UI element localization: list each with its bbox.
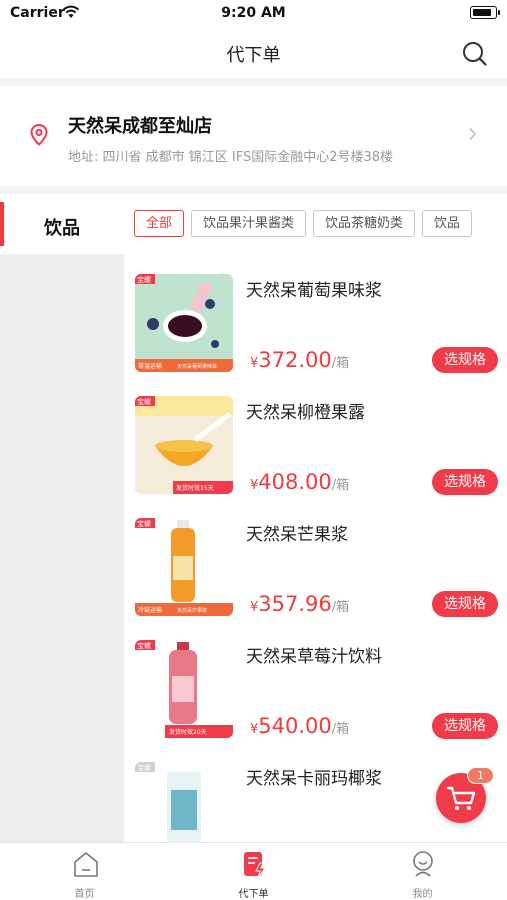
- product-price: ¥372.00/箱: [250, 348, 349, 372]
- badge-text: 宝螺: [137, 519, 151, 528]
- tab-proxy-order[interactable]: 代下单: [169, 843, 338, 900]
- product-tag: 冷链运输: [138, 606, 162, 614]
- product-price: ¥357.96/箱: [250, 592, 349, 616]
- select-spec-button[interactable]: 选规格: [432, 469, 498, 495]
- product-tag: 常温运输: [138, 362, 162, 370]
- price-unit: /箱: [331, 600, 350, 615]
- chip-tea-sugar-milk[interactable]: 饮品茶糖奶类: [313, 210, 416, 237]
- store-name: 天然呆成都至灿店: [68, 116, 212, 137]
- price-unit: /箱: [331, 722, 350, 737]
- store-address: 地址: 四川省 成都市 锦江区 IFS国际金融中心2号楼38楼: [68, 150, 394, 165]
- product-name: 天然呆柳橙果露: [246, 403, 365, 423]
- select-spec-button[interactable]: 选规格: [432, 347, 498, 373]
- product-name: 天然呆芒果浆: [246, 525, 348, 545]
- tab-label: 代下单: [238, 889, 269, 900]
- category-sidebar: [0, 254, 124, 842]
- product-image: 宝螺: [135, 762, 233, 842]
- product-subtag: 天然呆芒果浆: [177, 607, 207, 614]
- search-icon[interactable]: [461, 40, 489, 68]
- home-icon: [74, 852, 98, 877]
- badge-text: 宝螺: [137, 763, 151, 772]
- chevron-right-icon: [469, 127, 477, 141]
- product-item[interactable]: 宝螺 常温运输 天然呆葡萄果味浆 天然呆葡萄果味浆 ¥372.00/箱 选规格: [124, 254, 507, 376]
- product-item[interactable]: 宝螺 冷链运输 天然呆芒果浆 天然呆芒果浆 ¥357.96/箱 选规格: [124, 498, 507, 620]
- nav-bar: 代下单: [0, 28, 507, 78]
- chip-drinks[interactable]: 饮品: [422, 210, 473, 237]
- product-swatch: [171, 790, 197, 830]
- page-title: 代下单: [226, 45, 281, 66]
- order-icon: [244, 852, 266, 879]
- product-name: 天然呆卡丽玛椰浆: [246, 769, 382, 789]
- product-swatch: [168, 315, 202, 337]
- product-image: 宝螺 发货时效15天: [135, 396, 233, 494]
- chip-juice-jam[interactable]: 饮品果汁果酱类: [191, 210, 307, 237]
- divider: [0, 186, 507, 194]
- chip-all[interactable]: 全部: [134, 210, 185, 237]
- tab-profile[interactable]: 我的: [338, 843, 507, 900]
- select-spec-button[interactable]: 选规格: [432, 591, 498, 617]
- store-selector[interactable]: 天然呆成都至灿店 地址: 四川省 成都市 锦江区 IFS国际金融中心2号楼38楼: [0, 86, 507, 186]
- product-tag: 发货时效20天: [169, 728, 207, 736]
- product-tag: 发货时效15天: [176, 484, 214, 492]
- product-item[interactable]: 宝螺 发货时效15天 天然呆柳橙果露 ¥408.00/箱 选规格: [124, 376, 507, 498]
- product-item[interactable]: 宝螺 发货时效20天 天然呆草莓汁饮料 ¥540.00/箱 选规格: [124, 620, 507, 742]
- cart-count-badge: 1: [467, 767, 494, 784]
- product-image: 宝螺 发货时效20天: [135, 640, 233, 738]
- product-price: ¥408.00/箱: [250, 470, 349, 494]
- subcategory-chips: 全部 饮品果汁果酱类 饮品茶糖奶类 饮品: [134, 210, 479, 237]
- status-bar: Carrier 9:20 AM: [0, 0, 507, 28]
- tab-label: 我的: [412, 889, 433, 900]
- price-value: 540.00: [258, 714, 332, 738]
- badge-text: 宝螺: [137, 397, 151, 406]
- product-name: 天然呆草莓汁饮料: [246, 647, 382, 667]
- product-price: ¥540.00/箱: [250, 714, 349, 738]
- product-list: 宝螺 常温运输 天然呆葡萄果味浆 天然呆葡萄果味浆 ¥372.00/箱 选规格 …: [124, 254, 507, 842]
- battery-icon: [470, 6, 500, 19]
- category-row: 饮品 全部 饮品果汁果酱类 饮品茶糖奶类 饮品: [0, 194, 507, 254]
- price-unit: /箱: [331, 478, 350, 493]
- badge-text: 宝螺: [137, 275, 151, 284]
- badge-text: 宝螺: [137, 641, 151, 650]
- product-image: 宝螺 常温运输 天然呆葡萄果味浆: [135, 274, 233, 372]
- price-value: 408.00: [258, 470, 332, 494]
- tab-label: 首页: [74, 889, 95, 900]
- status-time: 9:20 AM: [221, 5, 286, 21]
- product-subtag: 天然呆葡萄果味浆: [177, 363, 217, 370]
- profile-icon: [413, 851, 433, 877]
- select-spec-button[interactable]: 选规格: [432, 713, 498, 739]
- price-value: 372.00: [258, 348, 332, 372]
- tab-bar: 首页 代下单 我的: [0, 842, 507, 900]
- price-unit: /箱: [331, 356, 350, 371]
- sidebar-item-label: 饮品: [44, 218, 80, 239]
- product-image: 宝螺 冷链运输 天然呆芒果浆: [135, 518, 233, 616]
- location-pin-icon: [30, 124, 48, 146]
- divider: [0, 78, 507, 86]
- product-name: 天然呆葡萄果味浆: [246, 281, 382, 301]
- price-value: 357.96: [258, 592, 332, 616]
- tab-home[interactable]: 首页: [0, 843, 169, 900]
- sidebar-item-drinks[interactable]: 饮品: [0, 198, 124, 250]
